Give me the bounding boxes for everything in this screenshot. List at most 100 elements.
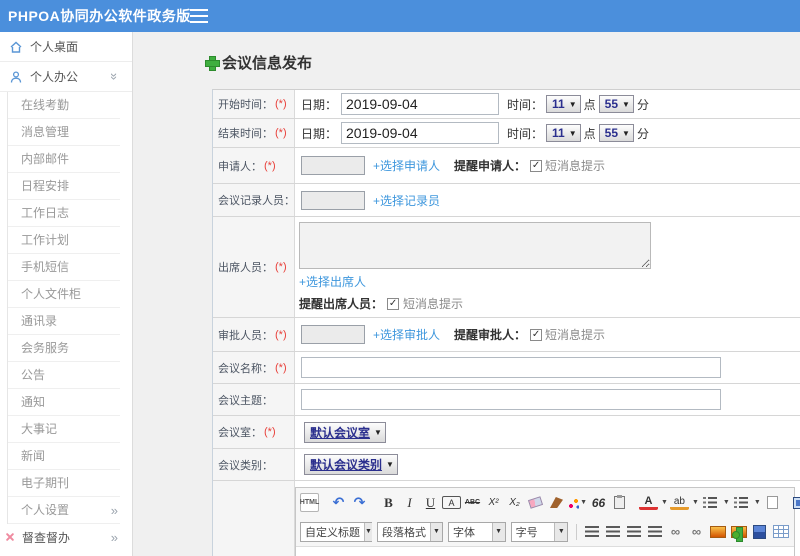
form-row-meeting-content: HTML ↶ ↷ B I U A ABC X² X₂ ▼ 66 A ▼ ab ▼… (213, 481, 800, 556)
start-minute-select[interactable]: 55 ▼ (598, 95, 634, 113)
remind-applicant-label: 提醒申请人： (454, 159, 527, 173)
sidebar-item-announcement[interactable]: 公告 (8, 362, 120, 389)
redo-icon[interactable]: ↷ (350, 493, 369, 512)
insert-table-button[interactable] (771, 522, 790, 541)
form-row-applicant: 申请人： (*) +选择申请人 提醒申请人： 短消息提示 (213, 148, 800, 184)
choose-applicant-link[interactable]: +选择申请人 (373, 157, 440, 174)
end-date-input[interactable] (341, 122, 500, 144)
sidebar-item-work-plan[interactable]: 工作计划 (8, 227, 120, 254)
format-brush-button[interactable] (547, 493, 566, 512)
start-hour-select[interactable]: 11 ▼ (546, 95, 581, 113)
dropdown-arrow-icon: ▼ (430, 522, 442, 541)
field-value: 默认会议室 ▼ (295, 416, 800, 448)
paste-as-text-button[interactable] (610, 493, 629, 512)
recorder-input[interactable] (301, 190, 365, 210)
sidebar-item-notice[interactable]: 通知 (8, 389, 120, 416)
sidebar-item-e-journal[interactable]: 电子期刊 (8, 470, 120, 497)
ordered-list-button[interactable] (701, 493, 720, 512)
field-label: 审批人员： (*) (213, 318, 295, 351)
attendees-textarea[interactable] (299, 222, 651, 269)
insert-image-button[interactable] (708, 522, 727, 541)
choose-recorder-link[interactable]: +选择记录员 (373, 192, 440, 209)
editor-content-area[interactable] (296, 547, 794, 556)
heading-select[interactable]: 自定义标题 ▼ (300, 521, 372, 542)
align-justify-button[interactable] (645, 522, 664, 541)
meeting-room-select[interactable]: 默认会议室 ▼ (304, 421, 386, 443)
insert-media-button[interactable] (750, 522, 769, 541)
eraser-button[interactable] (526, 493, 545, 512)
applicant-input[interactable] (301, 156, 365, 175)
remove-link-button[interactable]: ∞ (687, 522, 706, 541)
end-minute-select[interactable]: 55 ▼ (598, 124, 634, 142)
html-source-button[interactable]: HTML (300, 493, 319, 512)
sidebar-item-file-cabinet[interactable]: 个人文件柜 (8, 281, 120, 308)
sidebar-item-internal-mail[interactable]: 内部邮件 (8, 146, 120, 173)
new-page-button[interactable] (763, 493, 782, 512)
sidebar-item-office[interactable]: 个人办公 » (0, 62, 132, 92)
sidebar-item-meeting-service[interactable]: 会务服务 (8, 335, 120, 362)
sidebar-item-contacts[interactable]: 通讯录 (8, 308, 120, 335)
dropdown-arrow-icon: ▼ (491, 522, 505, 541)
meeting-name-input[interactable] (301, 357, 721, 378)
font-family-select[interactable]: 字体 ▼ (448, 521, 506, 542)
meeting-subject-input[interactable] (301, 389, 721, 410)
subscript-button[interactable]: X₂ (505, 493, 524, 512)
paragraph-format-select[interactable]: 段落格式 ▼ (377, 521, 443, 542)
approver-sms-checkbox[interactable] (530, 328, 543, 341)
wand-icon (568, 496, 580, 509)
hour-value: 11 (552, 126, 565, 140)
label-text: 开始时间： (218, 99, 273, 111)
italic-button[interactable]: I (400, 493, 419, 512)
attendees-sms-checkbox[interactable] (387, 297, 400, 310)
sidebar-item-attendance[interactable]: 在线考勤 (8, 92, 120, 119)
align-center-button[interactable] (603, 522, 622, 541)
hour-unit: 点 (583, 126, 596, 141)
unordered-list-button[interactable] (732, 493, 751, 512)
heading-select-value: 自定义标题 (305, 526, 360, 539)
superscript-button[interactable]: X² (484, 493, 503, 512)
strikethrough-button[interactable]: ABC (463, 493, 482, 512)
sidebar-item-schedule[interactable]: 日程安排 (8, 173, 120, 200)
field-label: 会议类别： (213, 449, 295, 480)
choose-attendees-link[interactable]: +选择出席人 (299, 275, 366, 289)
sidebar-item-desktop[interactable]: 个人桌面 (0, 32, 132, 62)
font-color-button[interactable]: A (639, 495, 658, 510)
sidebar-item-work-log[interactable]: 工作日志 (8, 200, 120, 227)
label-text: 会议名称： (218, 362, 273, 375)
blockquote-button[interactable]: 66 (589, 493, 608, 512)
font-size-select[interactable]: 字号 ▼ (510, 521, 569, 542)
applicant-sms-checkbox[interactable] (530, 159, 543, 172)
underline-button[interactable]: U (421, 493, 440, 512)
form-row-meeting-name: 会议名称： (*) (213, 352, 800, 384)
hour-unit: 点 (583, 97, 596, 112)
rich-text-editor: HTML ↶ ↷ B I U A ABC X² X₂ ▼ 66 A ▼ ab ▼… (295, 487, 800, 556)
end-hour-select[interactable]: 11 ▼ (546, 124, 581, 142)
quick-format-button[interactable]: ▼ (568, 493, 587, 512)
approver-input[interactable] (301, 325, 365, 344)
choose-approver-link[interactable]: +选择审批人 (373, 326, 440, 343)
align-right-button[interactable] (624, 522, 643, 541)
form-row-end-time: 结束时间： (*) 日期： 时间： 11 ▼ 点 55 ▼ 分 (213, 119, 800, 148)
align-justify-icon (647, 526, 662, 537)
highlight-color-button[interactable]: ab (669, 496, 689, 510)
sidebar-item-memorabilia[interactable]: 大事记 (8, 416, 120, 443)
fullscreen-button[interactable] (792, 493, 800, 512)
insert-link-button[interactable]: ∞ (666, 522, 685, 541)
sidebar-item-sms[interactable]: 手机短信 (8, 254, 120, 281)
start-date-input[interactable] (341, 93, 500, 115)
sidebar-item-messages[interactable]: 消息管理 (8, 119, 120, 146)
sidebar-item-supervision[interactable]: 督查督办 » (0, 524, 132, 550)
upload-image-button[interactable] (729, 522, 748, 542)
text-style-button[interactable]: A (442, 496, 461, 509)
hamburger-menu-icon[interactable] (190, 9, 208, 23)
meeting-category-select[interactable]: 默认会议类别 ▼ (304, 454, 398, 475)
align-left-button[interactable] (582, 522, 601, 541)
app-title: PHPOA协同办公软件政务版 (8, 8, 191, 24)
sidebar-item-news[interactable]: 新闻 (8, 443, 120, 470)
page-title: 会议信息发布 (205, 52, 800, 73)
bold-button[interactable]: B (379, 493, 398, 512)
undo-icon[interactable]: ↶ (329, 493, 348, 512)
sidebar-item-personal-settings[interactable]: 个人设置 » (8, 497, 120, 524)
field-label: 申请人： (*) (213, 148, 295, 183)
align-center-icon (605, 526, 620, 537)
